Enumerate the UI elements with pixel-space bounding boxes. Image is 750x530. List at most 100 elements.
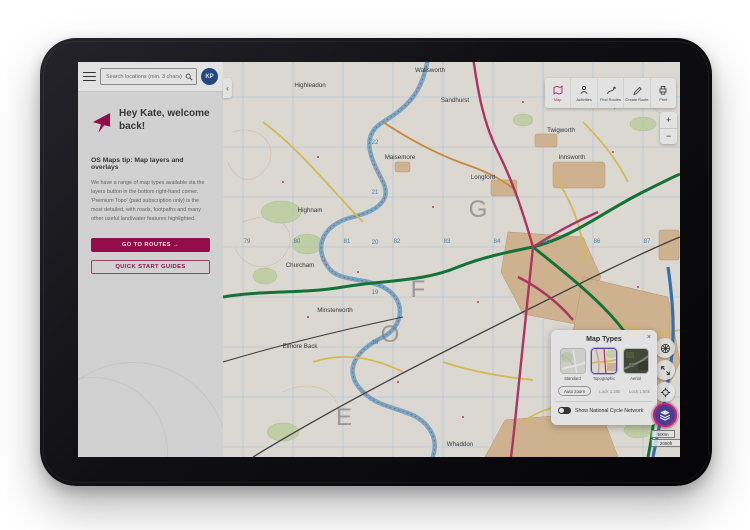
scale-indicator: 500m 2000ft [651,430,680,447]
search-input-wrapper [100,68,197,85]
place-label: Wallsworth [415,67,446,74]
cycle-network-label: Show National Cycle Network [575,408,643,414]
svg-text:81: 81 [344,239,351,245]
activities-icon [579,85,589,95]
map-type-label: Topographic [593,376,615,381]
svg-text:21: 21 [372,190,379,196]
map-grid-numbers: 79 80 81 82 83 84 85 86 87 22 21 20 19 1… [244,140,651,346]
top-bar: KP [78,62,223,92]
find-routes-icon [606,85,616,95]
locate-button[interactable] [655,382,675,402]
map-toolbar: Map Activities Find [545,78,676,108]
tip-body-text: We have a range of map types available v… [91,179,210,224]
svg-text:80: 80 [294,239,301,245]
map-type-topographic[interactable]: Topographic [590,348,619,381]
svg-text:86: 86 [594,239,601,245]
decorative-swirl [78,362,223,457]
avatar[interactable]: KP [201,68,218,85]
map-district-letters: E O F G [336,196,489,431]
toolbar-item-create-route[interactable]: Create Route [624,78,650,108]
map-type-label: Standard [564,376,581,381]
map-type-label: Aerial [630,376,640,381]
svg-text:18: 18 [372,340,379,346]
os-maps-app-screen: KP Hey Kate, welcome back! OS Maps tip: … [78,62,680,457]
place-label: Minsterworth [317,307,353,314]
place-label: Maisemore [385,154,416,161]
toolbar-label: Map [554,97,562,102]
zoom-out-button[interactable]: − [660,129,677,145]
fullscreen-button[interactable] [655,360,675,380]
river-severn [321,62,435,457]
toolbar-label: Find Routes [600,97,621,102]
aerial-thumbnail [623,348,649,374]
sidebar-collapse-chevron[interactable]: ‹ [223,78,232,98]
page-background: KP Hey Kate, welcome back! OS Maps tip: … [0,0,750,530]
zoom-in-button[interactable]: + [660,112,677,129]
sidebar: KP Hey Kate, welcome back! OS Maps tip: … [78,62,223,457]
toolbar-item-activities[interactable]: Activities [571,78,597,108]
svg-text:84: 84 [494,239,501,245]
svg-text:20: 20 [372,240,379,246]
divider [556,401,652,402]
map-type-standard[interactable]: Standard [558,348,587,381]
fullscreen-icon [660,365,671,376]
map-area: E O F G 79 80 81 82 83 84 85 86 [223,62,680,457]
toolbar-label: Create Route [625,97,648,102]
print-icon [658,85,668,95]
quick-start-guides-button[interactable]: QUICK START GUIDES [91,260,210,274]
district-letter: E [336,404,354,431]
svg-text:19: 19 [372,290,379,296]
map-type-aerial[interactable]: Aerial [621,348,650,381]
scale-imperial: 2000ft [651,439,680,447]
compass-wheel-icon [660,343,671,354]
os-maps-arrow-icon [91,111,111,135]
crosshair-target-icon [660,387,671,398]
svg-text:83: 83 [444,239,451,245]
topographic-thumbnail [591,348,617,374]
zoom-control: + − [660,112,677,144]
place-label: Whaddon [447,441,474,448]
tip-heading: OS Maps tip: Map layers and overlays [91,157,210,171]
go-to-routes-button[interactable]: GO TO ROUTES → [91,238,210,252]
lock-25k-option[interactable]: Lock 1:25k [599,389,620,394]
district-letter: G [469,196,490,223]
toolbar-label: Activities [576,97,591,102]
layers-button[interactable] [653,403,677,427]
place-label: Sandhurst [441,97,469,104]
decorative-swirl [78,377,168,457]
svg-text:82: 82 [394,239,401,245]
toolbar-item-find-routes[interactable]: Find Routes [598,78,624,108]
map-types-panel: × Map Types [551,330,657,425]
auto-zoom-option[interactable]: Auto zoom [558,386,591,396]
svg-text:87: 87 [644,239,651,245]
search-input[interactable] [104,73,185,81]
create-route-icon [632,85,642,95]
place-label: Highnam [298,207,323,214]
toolbar-label: Print [659,97,667,102]
place-label: Longford [471,174,496,181]
toolbar-item-print[interactable]: Print [651,78,676,108]
place-label: Innsworth [559,154,586,161]
sidebar-body: Hey Kate, welcome back! OS Maps tip: Map… [78,92,223,457]
place-label: Twigworth [547,127,575,134]
svg-text:79: 79 [244,239,251,245]
map-types-title: Map Types [558,336,650,343]
layers-icon [659,409,671,421]
svg-text:85: 85 [544,239,551,245]
map-icon [553,85,563,95]
toolbar-item-map[interactable]: Map [545,78,571,108]
district-letter: F [411,276,428,303]
place-label: Highleadon [294,82,326,89]
scale-metric: 500m [651,430,675,438]
search-icon[interactable] [185,73,193,81]
tablet-device: KP Hey Kate, welcome back! OS Maps tip: … [40,38,712,486]
cycle-network-toggle[interactable] [558,407,571,414]
svg-text:22: 22 [372,140,379,146]
district-letter: O [381,321,402,348]
compass-button[interactable] [655,338,675,358]
lock-50k-option[interactable]: Lock 1:50k [629,389,650,394]
close-icon[interactable]: × [647,334,651,341]
standard-thumbnail [560,348,586,374]
place-label: Elmore Back [282,343,318,350]
menu-icon[interactable] [83,72,96,82]
